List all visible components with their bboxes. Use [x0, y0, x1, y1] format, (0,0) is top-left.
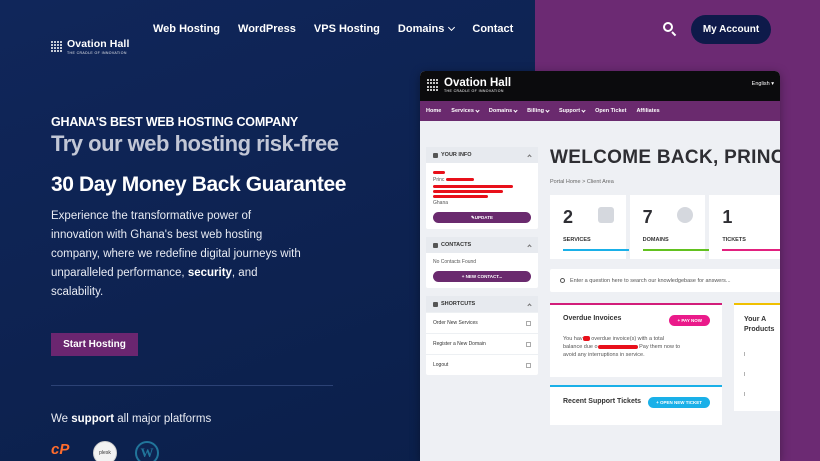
- nav-label: WordPress: [238, 23, 296, 35]
- mock-nav-services: Services: [451, 107, 480, 114]
- cards-row: Overdue Invoices + PAY NOW You hav overd…: [550, 303, 780, 425]
- arrow-left-icon: [526, 362, 531, 368]
- shortcut-item: Logout: [426, 354, 538, 375]
- mock-nav-open-ticket: Open Ticket: [595, 108, 627, 114]
- stat-tickets: 1 TICKETS: [709, 195, 780, 259]
- plesk-logo-icon: plesk: [93, 441, 117, 461]
- products-card: Your A Products lll: [734, 303, 780, 411]
- chevron-down-icon: [448, 23, 456, 32]
- client-area-screenshot: Ovation Hall THE CRADLE OF INNOVATION En…: [420, 71, 780, 461]
- start-hosting-button[interactable]: Start Hosting: [51, 333, 138, 356]
- nav-web-hosting[interactable]: Web Hosting: [153, 23, 220, 35]
- mock-header: Ovation Hall THE CRADLE OF INNOVATION En…: [420, 71, 780, 101]
- stat-domains: 7 DOMAINS: [629, 195, 709, 259]
- chevron-up-icon: [527, 153, 532, 159]
- platforms-text: We support all major platforms: [51, 413, 212, 425]
- support-tickets-card: Recent Support Tickets + OPEN NEW TICKET: [550, 385, 722, 425]
- mock-nav: Home Services Domains Billing Support Op…: [420, 101, 780, 121]
- box-icon: [597, 207, 614, 223]
- language-selector: English ▾: [751, 81, 774, 87]
- cart-icon: [526, 320, 531, 326]
- main-nav: Web Hosting WordPress VPS Hosting Domain…: [153, 23, 531, 35]
- nav-label: Domains: [397, 23, 445, 35]
- mock-nav-domains: Domains: [489, 107, 518, 114]
- logo-name: Ovation Hall: [67, 38, 130, 50]
- hero-description: Experience the transformative power of i…: [51, 210, 301, 298]
- nav-label: VPS Hosting: [313, 23, 380, 35]
- cpanel-logo-icon: cP: [51, 441, 70, 458]
- stats-row: 2 SERVICES 7 DOMAINS 1 TICKETS: [550, 195, 780, 259]
- mock-main: WELCOME BACK, PRINC Portal Home > Client…: [550, 147, 780, 425]
- logo-mark-icon: [427, 78, 440, 92]
- chevron-up-icon: [527, 243, 532, 249]
- info-country: Ghana: [433, 200, 449, 206]
- globe-icon: [677, 207, 694, 223]
- contacts-empty-text: No Contacts Found: [433, 259, 477, 265]
- contacts-panel: CONTACTS No Contacts Found + NEW CONTACT…: [426, 237, 538, 288]
- search-icon[interactable]: [663, 22, 677, 37]
- bookmark-icon: [433, 301, 438, 307]
- mock-nav-home: Home: [426, 108, 442, 114]
- nav-wordpress[interactable]: WordPress: [238, 23, 296, 35]
- globe-icon: [526, 341, 531, 347]
- my-account-button[interactable]: My Account: [691, 15, 771, 44]
- new-contact-button: + NEW CONTACT...: [433, 271, 531, 282]
- mock-nav-support: Support: [559, 107, 586, 114]
- user-icon: [433, 152, 438, 158]
- overdue-text: You hav overdue invoice(s) with a total …: [563, 336, 681, 358]
- mock-logo-name: Ovation Hall: [444, 77, 512, 89]
- your-info-panel: YOUR INFO Princ Ghana ✎ UPDATE: [426, 147, 538, 229]
- mock-nav-billing: Billing: [527, 107, 550, 114]
- folder-icon: [433, 242, 438, 248]
- divider: [51, 385, 333, 386]
- hero-eyebrow: GHANA'S BEST WEB HOSTING COMPANY: [51, 115, 299, 129]
- mock-logo-tagline: THE CRADLE OF INNOVATION: [444, 89, 504, 93]
- knowledgebase-search: Enter a question here to search our know…: [550, 269, 780, 292]
- breadcrumb: Portal Home > Client Area: [550, 179, 614, 185]
- search-icon: [560, 278, 565, 283]
- mock-nav-affiliates: Affiliates: [636, 108, 660, 114]
- welcome-heading: WELCOME BACK, PRINC: [550, 147, 780, 168]
- stat-services: 2 SERVICES: [550, 195, 629, 259]
- nav-vps-hosting[interactable]: VPS Hosting: [314, 23, 380, 35]
- hero-guarantee: 30 Day Money Back Guarantee: [51, 173, 347, 196]
- nav-label: Web Hosting: [153, 23, 221, 35]
- mock-sidebar: YOUR INFO Princ Ghana ✎ UPDATE CONTACTS …: [426, 147, 538, 383]
- mock-logo: Ovation Hall THE CRADLE OF INNOVATION: [427, 77, 511, 93]
- shortcuts-panel: SHORTCUTS Order New Services Register a …: [426, 296, 538, 375]
- open-ticket-button: + OPEN NEW TICKET: [648, 397, 710, 408]
- site-logo[interactable]: Ovation Hall THE CRADLE OF INNOVATION: [51, 38, 129, 55]
- overdue-invoices-card: Overdue Invoices + PAY NOW You hav overd…: [550, 303, 722, 377]
- nav-contact[interactable]: Contact: [472, 23, 513, 35]
- pay-now-button: + PAY NOW: [669, 315, 710, 326]
- nav-domains[interactable]: Domains: [397, 23, 456, 35]
- shortcut-item: Order New Services: [426, 312, 538, 333]
- update-button: ✎ UPDATE: [433, 212, 531, 223]
- nav-label: Contact: [472, 23, 514, 35]
- wordpress-logo-icon: W: [135, 441, 159, 461]
- hero-title: Try our web hosting risk-free: [51, 131, 339, 156]
- chevron-up-icon: [527, 302, 532, 308]
- logo-mark-icon: [51, 40, 63, 53]
- shortcut-item: Register a New Domain: [426, 333, 538, 354]
- logo-tagline: THE CRADLE OF INNOVATION: [67, 51, 127, 55]
